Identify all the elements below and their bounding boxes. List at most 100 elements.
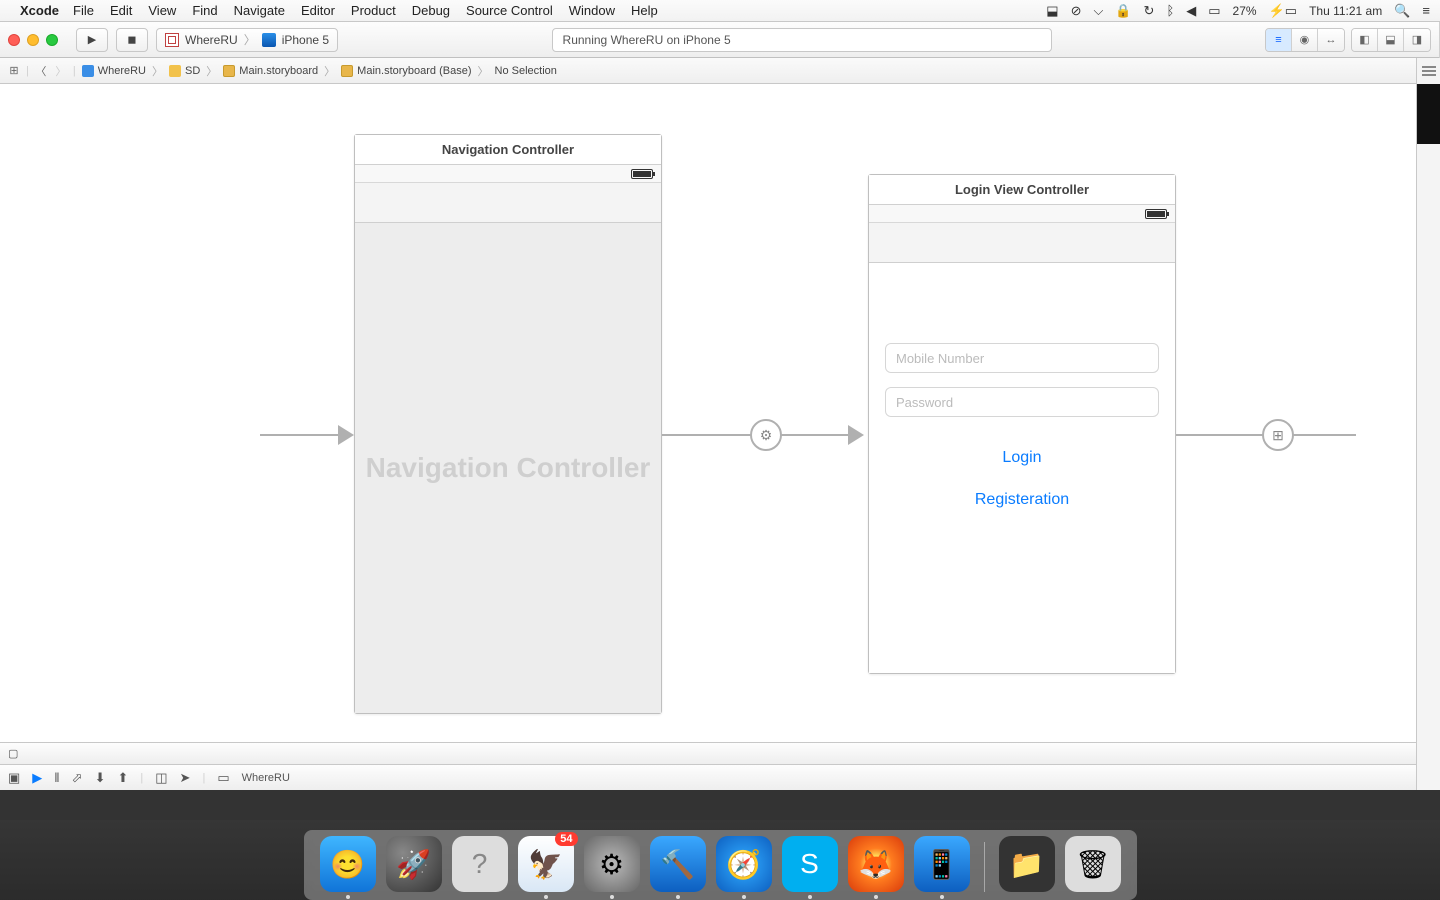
step-out-icon[interactable]: ⬆ — [117, 770, 128, 786]
menu-file[interactable]: File — [73, 3, 94, 18]
close-window-button[interactable] — [8, 34, 20, 46]
location-icon[interactable]: ➤ — [180, 770, 191, 786]
downloads-folder-icon[interactable]: 📁 — [999, 836, 1055, 892]
clock[interactable]: Thu 11:21 am — [1309, 4, 1382, 18]
battery-icon — [631, 169, 653, 179]
jump-bar[interactable]: ⊞ | 〈 〉 | WhereRU 〉 SD 〉 Main.storyboard… — [0, 58, 1439, 84]
xcode-icon[interactable]: 🔨 — [650, 836, 706, 892]
scene-statusbar — [869, 205, 1175, 223]
timemachine-icon[interactable]: ↻ — [1144, 3, 1155, 19]
mail-icon[interactable]: 🦅54 — [518, 836, 574, 892]
password-field[interactable]: Password — [885, 387, 1159, 417]
debug-target[interactable]: WhereRU — [242, 772, 290, 784]
back-button[interactable]: 〈 — [33, 63, 49, 79]
step-into-icon[interactable]: ⬇ — [95, 770, 106, 786]
app-name[interactable]: Xcode — [20, 3, 59, 18]
pause-icon[interactable]: ‖ — [54, 770, 59, 785]
toggle-utilities-icon[interactable]: ◨ — [1404, 29, 1430, 51]
related-items-icon[interactable]: ⊞ — [6, 64, 22, 77]
toggle-navigator-icon[interactable]: ◧ — [1352, 29, 1378, 51]
navigation-controller-scene[interactable]: Navigation Controller Navigation Control… — [354, 134, 662, 714]
scene-title: Navigation Controller — [355, 135, 661, 165]
jump-storyboard-base[interactable]: Main.storyboard (Base) — [339, 65, 473, 77]
root-segue-icon[interactable]: ⚙ — [750, 419, 782, 451]
dock: 😊 🚀 ? 🦅54 ⚙ 🔨 🧭 S 🦊 📱 📁 🗑 — [304, 830, 1137, 900]
panel-toggle-segment[interactable]: ◧ ⬓ ◨ — [1351, 28, 1431, 52]
registration-button[interactable]: Registeration — [975, 491, 1069, 509]
push-segue-icon[interactable]: ⊞ — [1262, 419, 1294, 451]
spotlight-icon[interactable]: 🔍 — [1394, 3, 1410, 19]
storyboard-canvas[interactable]: Navigation Controller Navigation Control… — [0, 84, 1439, 790]
finder-icon[interactable]: 😊 — [320, 836, 376, 892]
lock-icon[interactable]: 🔒 — [1115, 3, 1131, 19]
login-button[interactable]: Login — [1002, 449, 1041, 467]
scene-navbar — [869, 223, 1175, 263]
canvas-bottom-bar: ▢ — [0, 742, 1439, 764]
timer-icon[interactable]: ⊘ — [1071, 3, 1082, 19]
notification-center-icon[interactable]: ≡ — [1422, 3, 1430, 18]
menu-window[interactable]: Window — [569, 3, 615, 18]
system-preferences-icon[interactable]: ⚙ — [584, 836, 640, 892]
battery-charging-icon[interactable]: ⚡▭ — [1269, 3, 1297, 19]
activity-text: Running WhereRU on iPhone 5 — [563, 33, 731, 47]
minimize-window-button[interactable] — [27, 34, 39, 46]
jump-folder[interactable]: SD — [167, 65, 202, 77]
menu-editor[interactable]: Editor — [301, 3, 335, 18]
launchpad-icon[interactable]: 🚀 — [386, 836, 442, 892]
step-over-icon[interactable]: ⬀ — [72, 770, 83, 786]
version-editor-icon[interactable]: ↔ — [1318, 29, 1344, 51]
menu-view[interactable]: View — [148, 3, 176, 18]
view-debug-icon[interactable]: ◫ — [155, 770, 167, 786]
forward-button[interactable]: 〉 — [53, 63, 69, 79]
xcode-toolbar: ▶ ◼ WhereRU 〉 iPhone 5 Running WhereRU o… — [0, 22, 1439, 58]
volume-icon[interactable]: ◀ — [1186, 3, 1196, 19]
trash-icon[interactable]: 🗑 — [1065, 836, 1121, 892]
storyboard-icon — [341, 65, 353, 77]
dropbox-icon[interactable]: ⬓ — [1046, 3, 1058, 19]
menu-source-control[interactable]: Source Control — [466, 3, 553, 18]
standard-editor-icon[interactable]: ≡ — [1266, 29, 1292, 51]
toggle-debug-icon[interactable]: ⬓ — [1378, 29, 1404, 51]
hamburger-icon[interactable] — [1422, 66, 1436, 68]
jump-storyboard[interactable]: Main.storyboard — [221, 65, 320, 77]
status-icons: ⬓ ⊘ ⌵ 🔒 ↻ ᛒ ◀ ▭ 27% ⚡▭ Thu 11:21 am 🔍 ≡ — [1046, 3, 1430, 19]
firefox-icon[interactable]: 🦊 — [848, 836, 904, 892]
skype-icon[interactable]: S — [782, 836, 838, 892]
toggle-debug-area-icon[interactable]: ▣ — [8, 770, 20, 786]
scheme-device-icon — [262, 33, 276, 47]
dock-area: 😊 🚀 ? 🦅54 ⚙ 🔨 🧭 S 🦊 📱 📁 🗑 — [0, 790, 1440, 900]
simulator-icon[interactable]: 📱 — [914, 836, 970, 892]
jump-project[interactable]: WhereRU — [80, 65, 148, 77]
outline-toggle-icon[interactable]: ▢ — [8, 747, 18, 760]
storyboard-icon — [223, 65, 235, 77]
stop-button[interactable]: ◼ — [116, 28, 148, 52]
nav-controller-placeholder-text: Navigation Controller — [366, 452, 651, 484]
bluetooth-icon[interactable]: ᛒ — [1166, 3, 1174, 18]
battery-percent[interactable]: 27% — [1233, 4, 1257, 18]
mail-badge: 54 — [555, 832, 577, 846]
menu-navigate[interactable]: Navigate — [234, 3, 285, 18]
menu-product[interactable]: Product — [351, 3, 396, 18]
menu-debug[interactable]: Debug — [412, 3, 450, 18]
assistant-editor-icon[interactable]: ◉ — [1292, 29, 1318, 51]
display-icon[interactable]: ▭ — [1208, 3, 1220, 19]
run-button[interactable]: ▶ — [76, 28, 108, 52]
editor-mode-segment[interactable]: ≡ ◉ ↔ — [1265, 28, 1345, 52]
menu-help[interactable]: Help — [631, 3, 658, 18]
safari-icon[interactable]: 🧭 — [716, 836, 772, 892]
menu-edit[interactable]: Edit — [110, 3, 132, 18]
process-icon[interactable]: ▭ — [217, 770, 229, 786]
scheme-selector[interactable]: WhereRU 〉 iPhone 5 — [156, 28, 338, 52]
window-traffic-lights — [8, 34, 58, 46]
continue-icon[interactable]: ▶ — [32, 770, 42, 786]
utilities-panel-sliver[interactable] — [1416, 58, 1440, 790]
zoom-window-button[interactable] — [46, 34, 58, 46]
jump-selection[interactable]: No Selection — [493, 65, 559, 77]
initial-arrow — [260, 434, 340, 436]
mobile-number-field[interactable]: Mobile Number — [885, 343, 1159, 373]
wifi-icon[interactable]: ⌵ — [1093, 3, 1103, 19]
help-icon[interactable]: ? — [452, 836, 508, 892]
login-view-controller-scene[interactable]: Login View Controller Mobile Number Pass… — [868, 174, 1176, 674]
menu-find[interactable]: Find — [192, 3, 217, 18]
scene-statusbar — [355, 165, 661, 183]
